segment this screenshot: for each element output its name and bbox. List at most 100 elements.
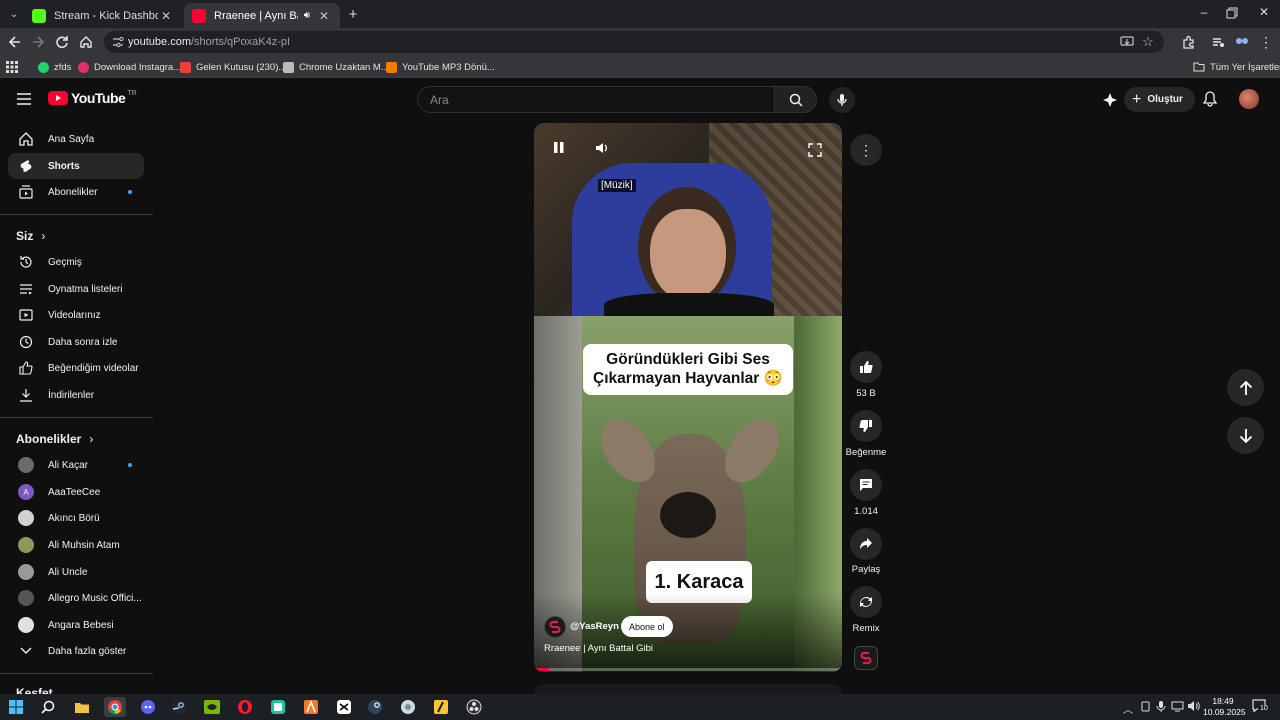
subscribe-button[interactable]: Abone ol	[621, 616, 673, 637]
pause-icon[interactable]	[553, 141, 565, 155]
tray-overflow-icon[interactable]: ︿	[1123, 701, 1133, 716]
search-input[interactable]: Ara	[417, 86, 775, 113]
bookmark-chrome-remote[interactable]: Chrome Uzaktan M...	[283, 60, 389, 74]
bookmark-instagram[interactable]: Download Instagra...	[78, 60, 181, 74]
tab-close-icon[interactable]: ✕	[316, 8, 332, 24]
tab-audio-icon[interactable]: 🔊︎	[304, 10, 310, 21]
more-options-icon[interactable]: ⋮	[850, 134, 882, 166]
sidebar-sub-aaateecee[interactable]: A AaaTeeCee	[8, 479, 144, 505]
sidebar-item-your-videos[interactable]: Videolarınız	[8, 302, 144, 328]
sidebar-item-home[interactable]: Ana Sayfa	[8, 126, 144, 152]
app-gray-icon[interactable]	[397, 697, 419, 717]
media-control-icon[interactable]	[1208, 32, 1228, 52]
taskbar-search-icon[interactable]	[37, 697, 59, 717]
all-bookmarks[interactable]: Tüm Yer İşaretleri	[1193, 60, 1280, 74]
nvidia-icon[interactable]	[201, 697, 223, 717]
discord-icon[interactable]	[137, 697, 159, 717]
address-bar[interactable]: youtube.com/shorts/qPoxaK4z-pI ☆	[104, 31, 1164, 53]
windows-start-icon[interactable]	[5, 697, 27, 717]
sidebar-sub-allegro-music[interactable]: Allegro Music Offici...	[8, 585, 144, 611]
sidebar-item-watch-later[interactable]: Daha sonra izle	[8, 329, 144, 355]
restore-icon[interactable]	[1226, 6, 1242, 22]
kick-favicon-icon	[32, 8, 46, 23]
bookmark-mp3[interactable]: YouTube MP3 Dönü...	[386, 60, 495, 74]
sidebar-show-more[interactable]: Daha fazla göster	[8, 638, 144, 664]
app-orange-icon[interactable]	[300, 697, 322, 717]
like-count: 53 B	[856, 388, 876, 399]
short-video-player[interactable]: [Müzik] Göründükleri Gibi Ses Çıkarmayan…	[534, 123, 842, 672]
sidebar-item-liked-videos[interactable]: Beğendiğim videolar	[8, 355, 144, 381]
extensions-icon[interactable]	[1178, 32, 1198, 52]
notifications-bell-icon[interactable]	[1203, 91, 1217, 107]
home-button-icon[interactable]	[76, 32, 96, 52]
channel-avatar[interactable]	[544, 616, 566, 638]
chrome-taskbar-icon[interactable]	[104, 697, 126, 717]
share-button[interactable]	[850, 528, 882, 560]
tab-youtube-short[interactable]: Rraenee | Aynı Battal Gibi - 🔊︎ ✕	[184, 3, 340, 28]
dislike-button[interactable]	[850, 410, 882, 442]
window-close-icon[interactable]: ✕	[1256, 5, 1272, 21]
app-green-icon[interactable]	[267, 697, 289, 717]
account-avatar[interactable]	[1239, 89, 1259, 109]
opera-icon[interactable]	[234, 697, 256, 717]
bookmark-star-icon[interactable]: ☆	[1142, 34, 1154, 50]
short-video-title[interactable]: Rraenee | Aynı Battal Gibi	[544, 643, 653, 654]
sidebar-sub-ali-kacar[interactable]: Ali Kaçar	[8, 452, 144, 478]
reload-icon[interactable]	[52, 32, 72, 52]
minimize-icon[interactable]: –	[1196, 5, 1212, 21]
arrow-down-icon	[1239, 428, 1253, 444]
previous-short-button[interactable]	[1227, 369, 1264, 406]
tab-kick-dashboard[interactable]: Stream - Kick Dashboard ✕	[24, 3, 182, 28]
like-button[interactable]	[850, 351, 882, 383]
sidebar-item-shorts[interactable]: Shorts	[8, 153, 144, 179]
gemini-sparkle-icon[interactable]	[1102, 92, 1118, 108]
sound-source-avatar[interactable]	[854, 646, 878, 670]
tray-device-icon[interactable]	[1140, 701, 1151, 712]
obs-icon[interactable]	[463, 697, 485, 717]
remix-button[interactable]	[850, 586, 882, 618]
sidebar-subscriptions-heading[interactable]: Abonelikler ›	[16, 432, 93, 446]
capcut-icon[interactable]	[333, 697, 355, 717]
search-button[interactable]	[774, 86, 817, 113]
sidebar-item-downloads[interactable]: İndirilenler	[8, 382, 144, 408]
new-tab-icon[interactable]: +	[344, 5, 362, 23]
youtube-logo[interactable]: YouTube TR	[48, 90, 137, 106]
back-icon[interactable]	[5, 32, 25, 52]
sidebar-sub-ali-uncle[interactable]: Ali Uncle	[8, 559, 144, 585]
comments-button[interactable]	[850, 469, 882, 501]
volume-icon[interactable]	[595, 142, 609, 154]
steam-icon[interactable]	[168, 697, 190, 717]
taskbar-clock[interactable]: 18:49 10.09.2025	[1203, 696, 1246, 718]
bookmark-zfds[interactable]: zfds	[38, 60, 71, 74]
sidebar-item-history[interactable]: Geçmiş	[8, 249, 144, 275]
forward-icon[interactable]	[28, 32, 48, 52]
app-yellow-icon[interactable]	[430, 697, 452, 717]
notification-center-icon[interactable]: 10	[1252, 699, 1270, 715]
sidebar-sub-angara-bebesi[interactable]: Angara Bebesi	[8, 612, 144, 638]
browser-menu-icon[interactable]: ⋮	[1256, 32, 1276, 52]
install-app-icon[interactable]	[1120, 35, 1134, 49]
tray-volume-icon[interactable]	[1187, 700, 1200, 712]
apps-grid-icon[interactable]	[6, 60, 18, 74]
fullscreen-icon[interactable]	[808, 143, 822, 157]
channel-handle[interactable]: @YasReyn	[570, 621, 619, 632]
hamburger-menu-icon[interactable]	[16, 92, 32, 106]
file-explorer-icon[interactable]	[71, 697, 93, 717]
profile-icon[interactable]	[1232, 32, 1252, 52]
progress-track[interactable]	[534, 668, 842, 671]
sidebar-sub-akinci-boru[interactable]: Akıncı Börü	[8, 505, 144, 531]
sidebar-item-subscriptions[interactable]: Abonelikler	[8, 179, 144, 205]
tab-close-icon[interactable]: ✕	[158, 8, 174, 24]
site-info-icon[interactable]	[112, 36, 124, 48]
sidebar-you-heading[interactable]: Siz ›	[16, 229, 45, 243]
tray-microphone-icon[interactable]	[1156, 700, 1166, 713]
tab-search-chevron-icon[interactable]: ⌄	[6, 7, 22, 21]
sidebar-item-playlists[interactable]: Oynatma listeleri	[8, 276, 144, 302]
sidebar-sub-ali-muhsin-atam[interactable]: Ali Muhsin Atam	[8, 532, 144, 558]
tray-network-icon[interactable]	[1171, 701, 1184, 712]
next-short-button[interactable]	[1227, 417, 1264, 454]
bookmark-gmail[interactable]: Gelen Kutusu (230)...	[180, 60, 286, 74]
voice-search-icon[interactable]	[829, 87, 855, 113]
steam-2-icon[interactable]	[364, 697, 386, 717]
create-button[interactable]: + Oluştur	[1124, 87, 1195, 112]
